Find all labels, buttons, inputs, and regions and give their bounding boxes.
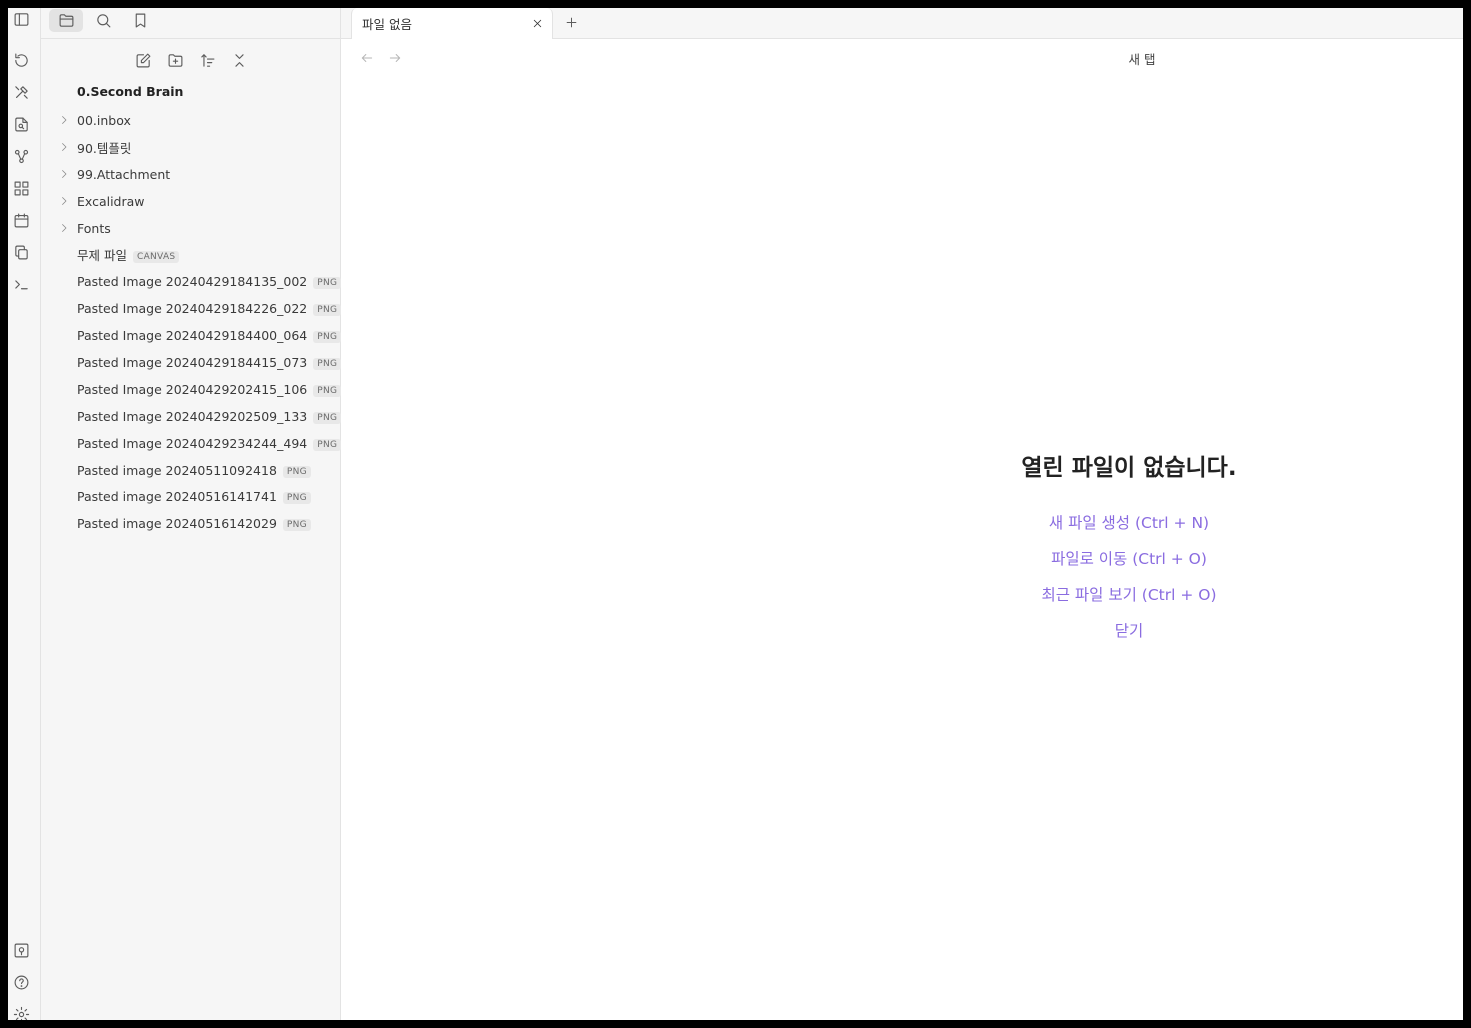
tree-folder[interactable]: 00.inbox — [41, 109, 340, 131]
tree-file[interactable]: Pasted Image 20240429184135_002 PNG — [41, 270, 342, 292]
settings-icon[interactable] — [11, 1004, 31, 1020]
file-ext-badge: PNG — [313, 330, 342, 343]
tree-folder[interactable]: 90.템플릿 — [41, 136, 340, 158]
tree-file[interactable]: Pasted Image 20240429184400_064 PNG — [41, 324, 342, 346]
go-to-file-action[interactable]: 파일로 이동 (Ctrl + O) — [861, 547, 1397, 569]
help-icon[interactable] — [11, 972, 31, 992]
file-explorer-actions — [41, 48, 340, 72]
sort-icon[interactable] — [195, 48, 219, 72]
folder-label: 90.템플릿 — [77, 140, 132, 156]
file-name: Pasted Image 20240429184226_022 — [77, 300, 308, 316]
tab-empty[interactable]: 파일 없음 — [351, 8, 553, 39]
file-name: 무제 파일 — [77, 247, 127, 263]
tree-file[interactable]: Pasted Image 20240429202415_106 PNG — [41, 378, 342, 400]
file-label: Pasted Image 20240429184135_002 PNG — [77, 273, 342, 289]
file-ext-badge: PNG — [313, 276, 342, 289]
file-ext-badge: PNG — [313, 411, 342, 424]
file-label: 무제 파일 CANVAS — [77, 245, 180, 264]
tab-title: 파일 없음 — [362, 17, 412, 32]
folder-label: 99.Attachment — [77, 166, 171, 182]
tab-bar: 파일 없음 — [341, 8, 1463, 39]
app-window: 0.Second Brain 00.inbox 90.템플릿 99.Attach… — [8, 8, 1463, 1020]
file-label: Pasted image 20240516142029 PNG — [77, 516, 311, 531]
tree-file[interactable]: Pasted Image 20240429202509_133 PNG — [41, 405, 342, 427]
file-label: Pasted Image 20240429184226_022 PNG — [77, 300, 342, 316]
folder-label: 00.inbox — [77, 112, 131, 128]
close-icon[interactable] — [528, 14, 546, 32]
tree-folder[interactable]: 99.Attachment — [41, 163, 340, 185]
ribbon — [8, 8, 41, 1020]
file-label: Pasted Image 20240429184400_064 PNG — [77, 327, 342, 343]
file-search-icon[interactable] — [11, 114, 31, 134]
file-ext-badge: PNG — [313, 303, 342, 316]
file-name: Pasted Image 20240429184400_064 — [77, 327, 308, 343]
file-name: Pasted image 20240516141741 — [77, 488, 277, 504]
vault-switch-icon[interactable] — [11, 940, 31, 960]
calendar-icon[interactable] — [11, 210, 31, 230]
chevron-right-icon — [58, 141, 70, 153]
tree-folder[interactable]: Excalidraw — [41, 190, 340, 212]
file-ext-badge: PNG — [282, 491, 311, 504]
new-folder-icon[interactable] — [163, 48, 187, 72]
new-note-icon[interactable] — [131, 48, 155, 72]
sidebar-toggle-icon[interactable] — [11, 9, 31, 29]
file-name: Pasted Image 20240429202415_106 — [77, 381, 308, 397]
file-name: Pasted Image 20240429234244_494 — [77, 435, 308, 451]
file-ext-badge: PNG — [282, 518, 311, 531]
create-new-file-action[interactable]: 새 파일 생성 (Ctrl + N) — [861, 511, 1397, 533]
folder-label: Fonts — [77, 220, 111, 236]
file-label: Pasted Image 20240429234244_494 PNG — [77, 435, 342, 451]
file-label: Pasted image 20240511092418 PNG — [77, 463, 311, 478]
graph-icon[interactable] — [11, 146, 31, 166]
close-action[interactable]: 닫기 — [861, 619, 1397, 641]
templater-icon[interactable] — [11, 82, 31, 102]
tree-file[interactable]: 무제 파일 CANVAS — [41, 243, 340, 265]
recent-files-action[interactable]: 최근 파일 보기 (Ctrl + O) — [861, 583, 1397, 605]
terminal-icon[interactable] — [11, 274, 31, 294]
file-explorer-sidebar: 0.Second Brain 00.inbox 90.템플릿 99.Attach… — [41, 8, 342, 1020]
folder-label: Excalidraw — [77, 193, 145, 209]
file-name: Pasted image 20240516142029 — [77, 515, 277, 531]
file-label: Pasted Image 20240429202415_106 PNG — [77, 381, 342, 397]
plugins-grid-icon[interactable] — [11, 178, 31, 198]
view-header: 새 탭 — [341, 39, 1463, 77]
file-label: Pasted Image 20240429184415_073 PNG — [77, 354, 342, 370]
file-ext-badge: CANVAS — [132, 250, 180, 263]
file-name: Pasted image 20240511092418 — [77, 462, 277, 478]
tree-file[interactable]: Pasted Image 20240429184415_073 PNG — [41, 351, 342, 373]
view-title: 새 탭 — [1128, 52, 1156, 67]
tree-file[interactable]: Pasted Image 20240429184226_022 PNG — [41, 297, 342, 319]
file-label: Pasted image 20240516141741 PNG — [77, 489, 311, 504]
empty-state-title: 열린 파일이 없습니다. — [1021, 455, 1237, 481]
chevron-right-icon — [58, 168, 70, 180]
sync-icon[interactable] — [11, 50, 31, 70]
folder-icon[interactable] — [49, 9, 83, 32]
tree-file[interactable]: Pasted image 20240516142029 PNG — [41, 512, 340, 534]
chevron-right-icon — [58, 195, 70, 207]
file-name: Pasted Image 20240429184135_002 — [77, 273, 308, 289]
search-icon[interactable] — [86, 9, 120, 32]
file-name: Pasted Image 20240429202509_133 — [77, 408, 308, 424]
tree-file[interactable]: Pasted image 20240511092418 PNG — [41, 459, 340, 481]
collapse-icon[interactable] — [227, 48, 251, 72]
copy-icon[interactable] — [11, 242, 31, 262]
file-ext-badge: PNG — [313, 357, 342, 370]
tree-folder[interactable]: Fonts — [41, 217, 340, 239]
file-label: Pasted Image 20240429202509_133 PNG — [77, 408, 342, 424]
sidebar-tab-header — [41, 8, 340, 39]
vault-name[interactable]: 0.Second Brain — [77, 84, 183, 99]
chevron-right-icon — [58, 222, 70, 234]
tree-file[interactable]: Pasted Image 20240429234244_494 PNG — [41, 432, 342, 454]
file-ext-badge: PNG — [313, 384, 342, 397]
tree-file[interactable]: Pasted image 20240516141741 PNG — [41, 485, 340, 507]
chevron-right-icon — [58, 114, 70, 126]
bookmark-icon[interactable] — [123, 9, 157, 32]
file-ext-badge: PNG — [313, 438, 342, 451]
file-ext-badge: PNG — [282, 465, 311, 478]
file-name: Pasted Image 20240429184415_073 — [77, 354, 308, 370]
plus-icon[interactable] — [560, 11, 582, 33]
